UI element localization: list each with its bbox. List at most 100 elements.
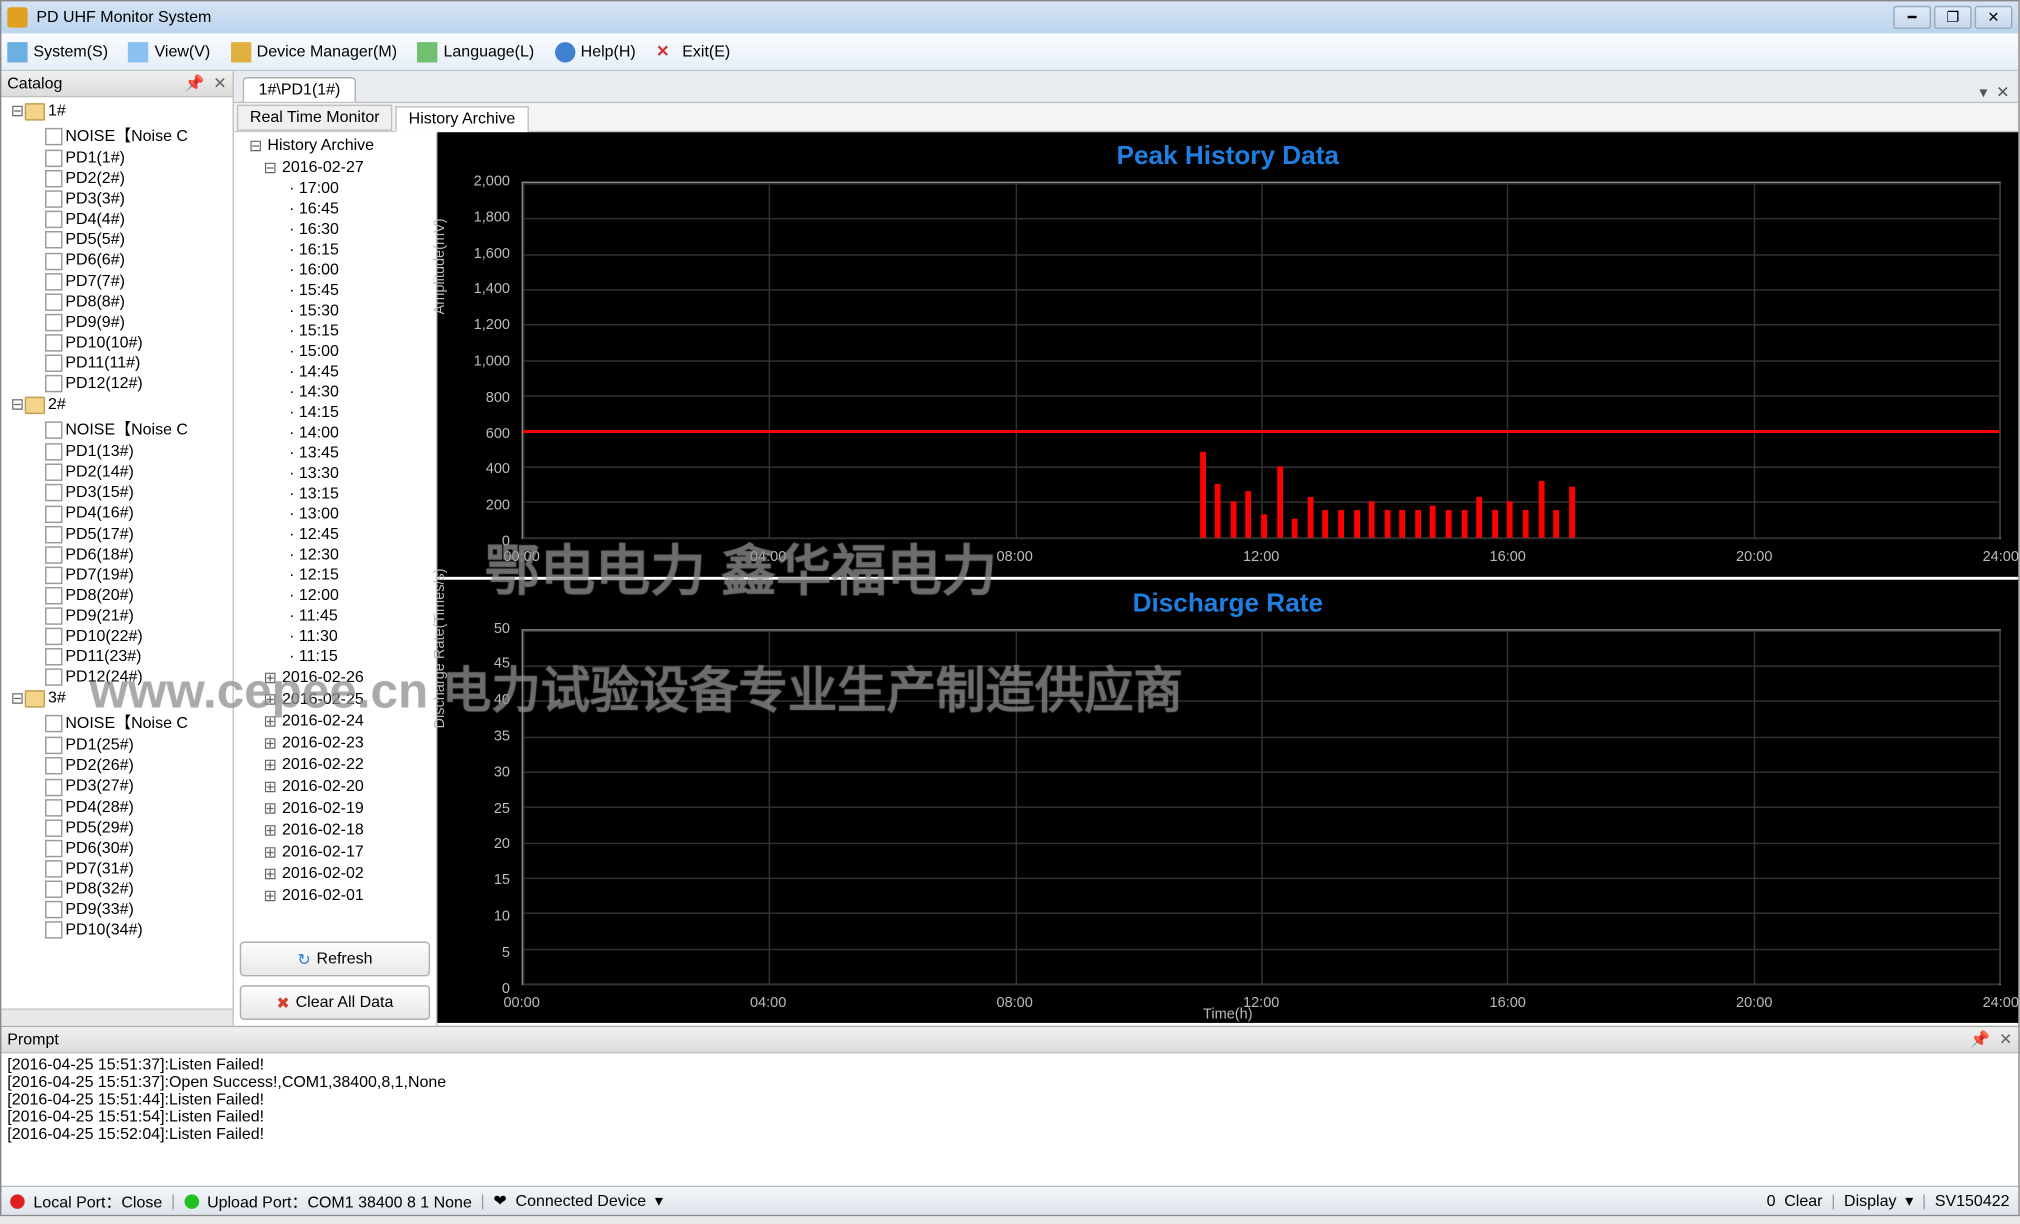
- close-icon[interactable]: ✕: [213, 74, 226, 93]
- dropdown-icon[interactable]: ▾: [655, 1191, 663, 1210]
- tree-item[interactable]: NOISE【Noise C: [4, 416, 229, 442]
- menu-language[interactable]: Language(L): [417, 41, 534, 61]
- archive-date[interactable]: ⊞ 2016-02-25: [237, 689, 433, 711]
- archive-date[interactable]: ⊞ 2016-02-17: [237, 841, 433, 863]
- tree-item[interactable]: PD12(24#): [4, 667, 229, 687]
- tree-item[interactable]: PD8(32#): [4, 879, 229, 899]
- archive-time[interactable]: · 14:15: [237, 402, 433, 422]
- catalog-tree[interactable]: ⊟1#NOISE【Noise CPD1(1#)PD2(2#)PD3(3#)PD4…: [1, 97, 232, 1008]
- pin-icon[interactable]: 📌: [185, 74, 205, 93]
- archive-time[interactable]: · 15:30: [237, 301, 433, 321]
- archive-time[interactable]: · 16:30: [237, 219, 433, 239]
- archive-date[interactable]: ⊞ 2016-02-26: [237, 667, 433, 689]
- tree-item[interactable]: PD6(6#): [4, 251, 229, 271]
- tree-item[interactable]: PD8(8#): [4, 292, 229, 312]
- tree-item[interactable]: PD1(25#): [4, 736, 229, 756]
- archive-date[interactable]: ⊞ 2016-02-24: [237, 711, 433, 733]
- tree-item[interactable]: PD7(19#): [4, 565, 229, 585]
- menu-view[interactable]: View(V): [128, 41, 210, 61]
- tree-item[interactable]: PD4(28#): [4, 797, 229, 817]
- tree-item[interactable]: NOISE【Noise C: [4, 709, 229, 735]
- archive-date[interactable]: ⊞ 2016-02-22: [237, 754, 433, 776]
- clear-link[interactable]: Clear: [1784, 1192, 1822, 1209]
- menu-help[interactable]: Help(H): [555, 41, 636, 61]
- tree-item[interactable]: PD10(10#): [4, 333, 229, 353]
- tree-item[interactable]: PD2(14#): [4, 462, 229, 482]
- tab-close-icon[interactable]: ✕: [1996, 83, 2009, 102]
- archive-time[interactable]: · 16:45: [237, 199, 433, 219]
- archive-date[interactable]: ⊞ 2016-02-01: [237, 885, 433, 907]
- archive-time[interactable]: · 15:45: [237, 280, 433, 300]
- menu-system[interactable]: System(S): [7, 41, 108, 61]
- archive-date[interactable]: ⊞ 2016-02-02: [237, 863, 433, 885]
- archive-root[interactable]: ⊟ History Archive: [237, 135, 433, 157]
- archive-time[interactable]: · 13:00: [237, 504, 433, 524]
- tab-document[interactable]: 1#\PD1(1#): [243, 77, 357, 102]
- archive-time[interactable]: · 14:00: [237, 423, 433, 443]
- tree-item[interactable]: PD7(31#): [4, 858, 229, 878]
- tree-item[interactable]: PD6(18#): [4, 544, 229, 564]
- tree-item[interactable]: PD1(1#): [4, 148, 229, 168]
- tab-dropdown-icon[interactable]: ▾: [1979, 83, 1987, 102]
- archive-time[interactable]: · 14:45: [237, 362, 433, 382]
- archive-time[interactable]: · 12:15: [237, 565, 433, 585]
- archive-time[interactable]: · 15:15: [237, 321, 433, 341]
- archive-time[interactable]: · 11:45: [237, 606, 433, 626]
- tree-item[interactable]: PD6(30#): [4, 838, 229, 858]
- tree-item[interactable]: PD2(2#): [4, 169, 229, 189]
- archive-time[interactable]: · 12:00: [237, 586, 433, 606]
- maximize-button[interactable]: ❐: [1934, 6, 1972, 29]
- tree-item[interactable]: PD3(27#): [4, 777, 229, 797]
- tree-group[interactable]: ⊟2#: [4, 394, 229, 416]
- tree-item[interactable]: PD8(20#): [4, 585, 229, 605]
- archive-time[interactable]: · 16:00: [237, 260, 433, 280]
- archive-date[interactable]: ⊞ 2016-02-18: [237, 819, 433, 841]
- subtab-history[interactable]: History Archive: [396, 106, 529, 132]
- tree-item[interactable]: PD4(16#): [4, 503, 229, 523]
- tree-item[interactable]: PD3(3#): [4, 189, 229, 209]
- subtab-realtime[interactable]: Real Time Monitor: [237, 105, 393, 131]
- archive-date[interactable]: ⊞ 2016-02-19: [237, 798, 433, 820]
- archive-time[interactable]: · 13:45: [237, 443, 433, 463]
- archive-time[interactable]: · 12:45: [237, 525, 433, 545]
- close-button[interactable]: ✕: [1975, 6, 2013, 29]
- dropdown-icon[interactable]: ▾: [1905, 1191, 1913, 1210]
- archive-time[interactable]: · 13:15: [237, 484, 433, 504]
- archive-time[interactable]: · 15:00: [237, 341, 433, 361]
- tree-item[interactable]: NOISE【Noise C: [4, 122, 229, 148]
- tree-item[interactable]: PD3(15#): [4, 483, 229, 503]
- tree-item[interactable]: PD9(21#): [4, 606, 229, 626]
- archive-tree[interactable]: ⊟ History Archive⊟ 2016-02-27· 17:00· 16…: [234, 132, 436, 936]
- clear-all-button[interactable]: ✖Clear All Data: [240, 985, 430, 1020]
- tree-item[interactable]: PD10(22#): [4, 626, 229, 646]
- tree-item[interactable]: PD4(4#): [4, 210, 229, 230]
- tree-item[interactable]: PD5(29#): [4, 817, 229, 837]
- tree-item[interactable]: PD1(13#): [4, 442, 229, 462]
- archive-date[interactable]: ⊞ 2016-02-23: [237, 732, 433, 754]
- pin-icon[interactable]: 📌: [1970, 1030, 1990, 1049]
- archive-time[interactable]: · 17:00: [237, 179, 433, 199]
- archive-time[interactable]: · 11:30: [237, 626, 433, 646]
- archive-time[interactable]: · 16:15: [237, 240, 433, 260]
- tree-item[interactable]: PD2(26#): [4, 756, 229, 776]
- minimize-button[interactable]: ━: [1893, 6, 1931, 29]
- tree-item[interactable]: PD9(33#): [4, 899, 229, 919]
- tree-item[interactable]: PD7(7#): [4, 271, 229, 291]
- tree-item[interactable]: PD9(9#): [4, 312, 229, 332]
- refresh-button[interactable]: ↻Refresh: [240, 942, 430, 977]
- tree-item[interactable]: PD12(12#): [4, 373, 229, 393]
- close-icon[interactable]: ✕: [1999, 1030, 2012, 1049]
- archive-time[interactable]: · 11:15: [237, 647, 433, 667]
- archive-date[interactable]: ⊟ 2016-02-27: [237, 157, 433, 179]
- archive-time[interactable]: · 13:30: [237, 464, 433, 484]
- display-link[interactable]: Display: [1844, 1192, 1896, 1209]
- tree-group[interactable]: ⊟3#: [4, 688, 229, 710]
- menu-exit[interactable]: ✕Exit(E): [656, 41, 730, 61]
- archive-time[interactable]: · 14:30: [237, 382, 433, 402]
- connected-label[interactable]: Connected Device: [516, 1192, 647, 1209]
- tree-item[interactable]: PD10(34#): [4, 920, 229, 940]
- tree-item[interactable]: PD11(11#): [4, 353, 229, 373]
- tree-item[interactable]: PD11(23#): [4, 647, 229, 667]
- tree-item[interactable]: PD5(5#): [4, 230, 229, 250]
- archive-time[interactable]: · 12:30: [237, 545, 433, 565]
